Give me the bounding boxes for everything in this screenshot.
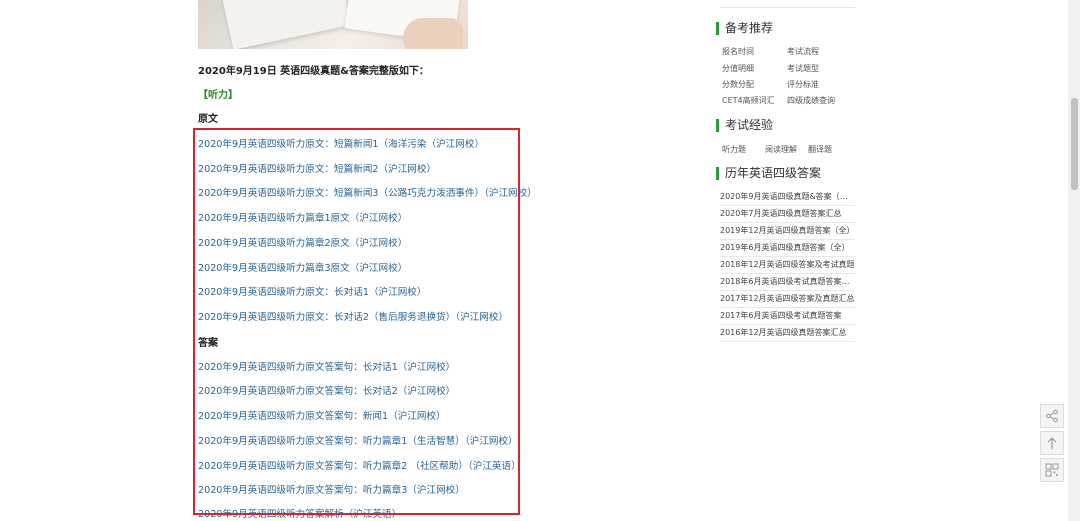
scrollbar-thumb[interactable] bbox=[1071, 98, 1078, 190]
prep-item[interactable]: CET4高频词汇 bbox=[722, 95, 775, 106]
original-link-4[interactable]: 2020年9月英语四级听力篇章1原文（沪江网校） bbox=[198, 210, 407, 224]
prep-item[interactable]: 考试题型 bbox=[787, 63, 819, 74]
qr-code-button[interactable] bbox=[1040, 458, 1064, 482]
answer-link-6[interactable]: 2020年9月英语四级听力原文答案句：听力篇章3（沪江网校） bbox=[198, 482, 465, 496]
sidebar-top-divider bbox=[720, 0, 855, 8]
original-link-3[interactable]: 2020年9月英语四级听力原文：短篇新闻3（公路巧克力泼洒事件）（沪江网校） bbox=[198, 185, 537, 199]
history-item[interactable]: 2020年7月英语四级真题答案汇总 bbox=[720, 206, 855, 223]
original-link-2[interactable]: 2020年9月英语四级听力原文：短篇新闻2（沪江网校） bbox=[198, 161, 436, 175]
back-to-top-button[interactable] bbox=[1040, 431, 1064, 455]
vertical-scrollbar[interactable] bbox=[1068, 0, 1080, 521]
history-item[interactable]: 2017年6月英语四级考试真题答案 bbox=[720, 308, 855, 325]
original-link-7[interactable]: 2020年9月英语四级听力原文：长对话1（沪江网校） bbox=[198, 284, 427, 298]
share-button[interactable] bbox=[1040, 404, 1064, 428]
history-item[interactable]: 2019年12月英语四级真题答案（全） bbox=[720, 223, 855, 240]
answer-link-3[interactable]: 2020年9月英语四级听力原文答案句：新闻1（沪江网校） bbox=[198, 408, 446, 422]
answer-link-1[interactable]: 2020年9月英语四级听力原文答案句：长对话1（沪江网校） bbox=[198, 359, 455, 373]
prep-item[interactable]: 四级成绩查询 bbox=[787, 95, 835, 106]
history-item[interactable]: 2018年12月英语四级答案及考试真题 bbox=[720, 257, 855, 274]
book-page-left bbox=[221, 0, 351, 49]
history-item[interactable]: 2017年12月英语四级答案及真题汇总 bbox=[720, 291, 855, 308]
prep-item[interactable]: 分数分配 bbox=[722, 79, 754, 90]
answer-link-4[interactable]: 2020年9月英语四级听力原文答案句：听力篇章1（生活智慧）（沪江网校） bbox=[198, 433, 518, 447]
original-link-5[interactable]: 2020年9月英语四级听力篇章2原文（沪江网校） bbox=[198, 235, 407, 249]
listening-tag: 【听力】 bbox=[198, 90, 238, 101]
article-intro: 2020年9月19日 英语四级真题&答案完整版如下： bbox=[198, 66, 429, 77]
qr-code-icon bbox=[1045, 463, 1059, 477]
experience-item[interactable]: 翻译题 bbox=[808, 144, 832, 155]
page: 2020年9月19日 英语四级真题&答案完整版如下： 【听力】 原文 2020年… bbox=[0, 0, 1080, 521]
original-link-8[interactable]: 2020年9月英语四级听力原文：长对话2（售后服务退换货）（沪江网校） bbox=[198, 309, 508, 323]
section-answers-title: 答案 bbox=[198, 338, 218, 349]
article-hero-image bbox=[198, 0, 468, 49]
prep-item[interactable]: 报名时间 bbox=[722, 46, 754, 57]
sidebar-experience-title: 考试经验 bbox=[716, 119, 773, 132]
section-original-title: 原文 bbox=[198, 114, 218, 125]
prep-item[interactable]: 分值明细 bbox=[722, 63, 754, 74]
history-item[interactable]: 2018年6月英语四级考试真题答案汇总 bbox=[720, 274, 855, 291]
experience-item[interactable]: 阅读理解 bbox=[765, 144, 797, 155]
sidebar-history-title: 历年英语四级答案 bbox=[716, 167, 821, 180]
history-item[interactable]: 2019年6月英语四级真题答案（全） bbox=[720, 240, 855, 257]
answer-link-7[interactable]: 2020年9月英语四级听力答案解析（沪江英语） bbox=[198, 506, 401, 520]
experience-item[interactable]: 听力题 bbox=[722, 144, 746, 155]
prep-item[interactable]: 评分标准 bbox=[787, 79, 819, 90]
history-item[interactable]: 2016年12月英语四级真题答案汇总 bbox=[720, 325, 855, 342]
answer-link-2[interactable]: 2020年9月英语四级听力原文答案句：长对话2（沪江网校） bbox=[198, 383, 455, 397]
original-link-6[interactable]: 2020年9月英语四级听力篇章3原文（沪江网校） bbox=[198, 260, 407, 274]
history-item[interactable]: 2020年9月英语四级真题&答案（全） bbox=[720, 189, 855, 206]
original-link-1[interactable]: 2020年9月英语四级听力原文：短篇新闻1（海洋污染（沪江网校） bbox=[198, 136, 484, 150]
hand-shape bbox=[403, 18, 463, 49]
answer-link-5[interactable]: 2020年9月英语四级听力原文答案句：听力篇章2 （社区帮助）（沪江英语） bbox=[198, 458, 521, 472]
back-to-top-icon bbox=[1047, 437, 1057, 449]
sidebar-prep-title: 备考推荐 bbox=[716, 22, 773, 35]
share-icon bbox=[1046, 409, 1058, 423]
prep-item[interactable]: 考试流程 bbox=[787, 46, 819, 57]
